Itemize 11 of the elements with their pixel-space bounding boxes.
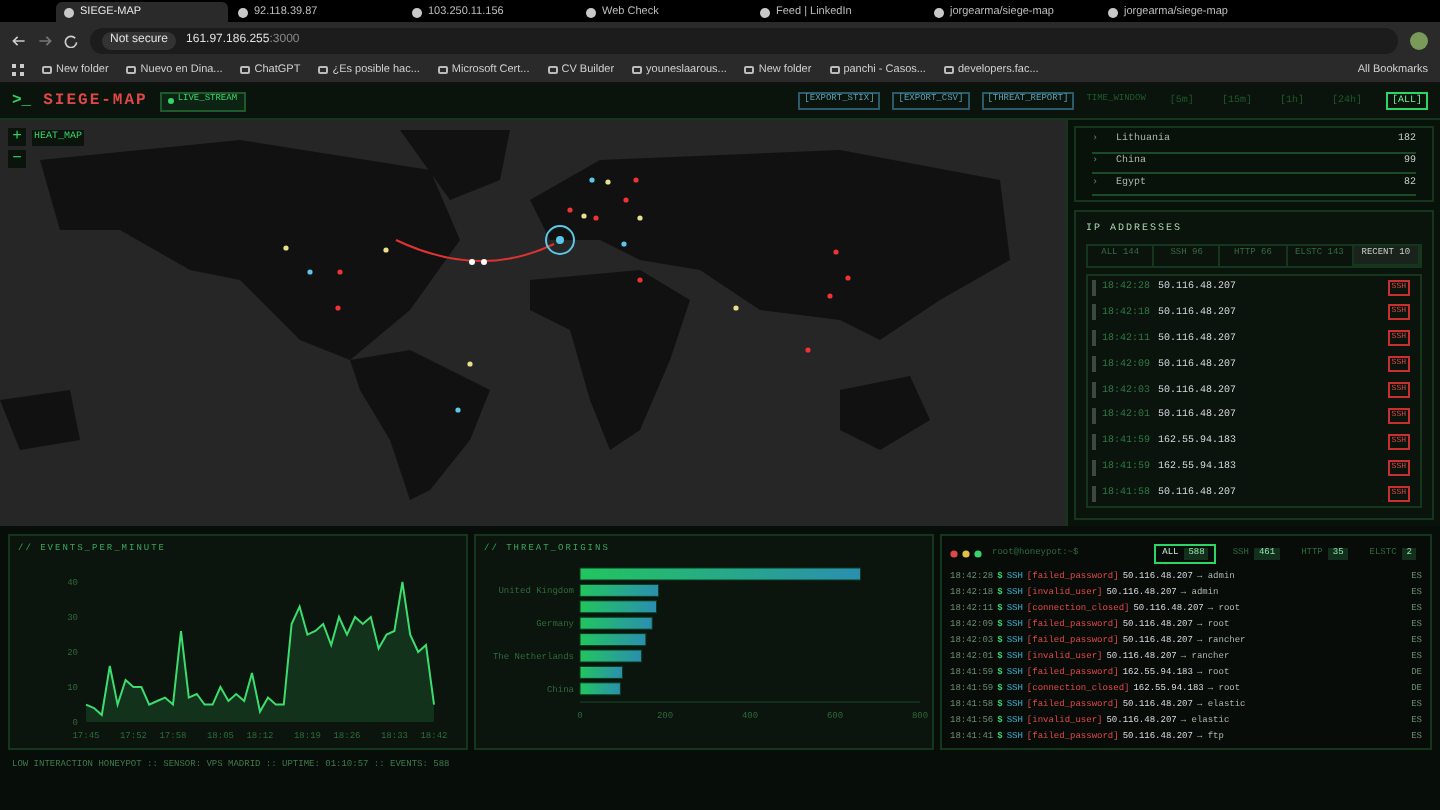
zoom-out-button[interactable]: − — [8, 150, 26, 168]
forward-icon[interactable] — [38, 33, 52, 47]
back-icon[interactable] — [12, 33, 26, 47]
profile-icon[interactable] — [1410, 31, 1428, 49]
reload-icon[interactable] — [64, 33, 78, 47]
prompt-symbol: >_ — [12, 89, 32, 113]
bar — [579, 649, 643, 662]
window-controls-icon — [950, 550, 982, 558]
app-logo: SIEGE-MAP — [43, 89, 148, 113]
apps-icon[interactable] — [12, 64, 24, 76]
zoom-in-button[interactable]: + — [8, 128, 26, 146]
